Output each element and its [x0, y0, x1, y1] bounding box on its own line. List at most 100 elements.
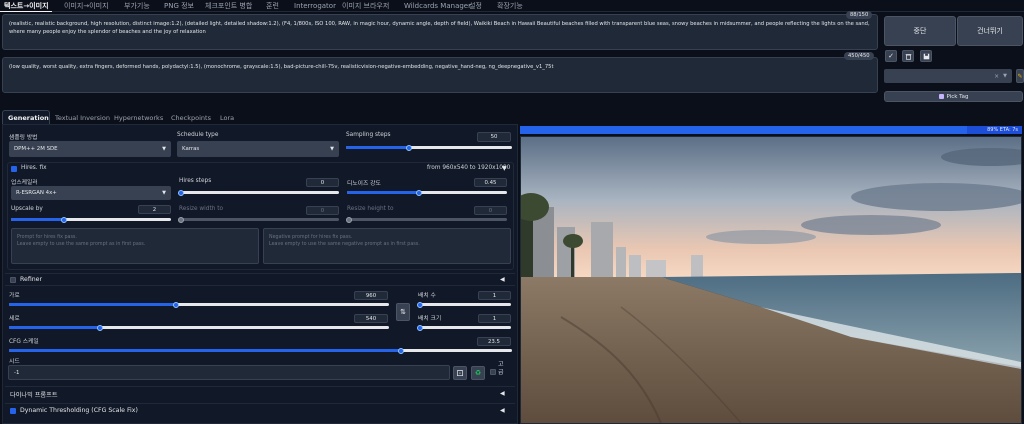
width-input[interactable]: 960: [354, 291, 388, 300]
preview-image[interactable]: [521, 137, 1021, 423]
resize-height-slider[interactable]: [347, 218, 507, 221]
tab-train[interactable]: 훈련: [266, 1, 279, 11]
palm-tree: [563, 234, 583, 248]
denoise-slider[interactable]: [347, 191, 507, 194]
schedule-type-value: Karras: [182, 146, 200, 152]
pick-tag-button[interactable]: Pick Tag: [884, 91, 1023, 102]
denoise-knob[interactable]: [416, 189, 422, 196]
hires-fix-label: Hires. fix: [21, 165, 47, 171]
cfg-scale-input[interactable]: 23.5: [477, 337, 511, 346]
collapse-left-triangle-icon[interactable]: ◀: [500, 390, 505, 397]
clear-prompt-button[interactable]: [902, 50, 914, 62]
save-style-button[interactable]: [920, 50, 932, 62]
tab-checkpoint-merger[interactable]: 체크포인트 병합: [205, 1, 252, 11]
top-nav: 텍스트→이미지 이미지→이미지 부가기능 PNG 정보 체크포인트 병합 훈련 …: [0, 0, 1024, 12]
height-input[interactable]: 540: [354, 314, 388, 323]
tab-extras[interactable]: 부가기능: [124, 1, 150, 11]
upscaler-dropdown[interactable]: R-ESRGAN 4x+ ▼: [11, 186, 171, 200]
batch-size-knob[interactable]: [417, 324, 423, 331]
tab-wildcards-manager[interactable]: Wildcards Manager: [404, 1, 471, 11]
width-knob[interactable]: [173, 301, 180, 308]
upscale-by-knob[interactable]: [60, 216, 67, 223]
width-label: 가로: [9, 293, 20, 299]
collapse-left-triangle-icon[interactable]: ◀: [500, 276, 505, 283]
hires-negative-prompt-input[interactable]: Negative prompt for hires fix pass. Leav…: [263, 228, 511, 264]
resize-width-knob[interactable]: [178, 216, 184, 223]
sampling-steps-slider[interactable]: [346, 146, 512, 149]
skip-button[interactable]: 건너뛰기: [957, 16, 1023, 46]
upscaler-label: 업스케일러: [11, 180, 38, 186]
recycle-icon: ♻: [474, 369, 482, 377]
upscale-by-slider[interactable]: [11, 218, 171, 221]
denoise-fill: [347, 191, 419, 194]
reuse-seed-button[interactable]: ♻: [471, 366, 485, 380]
swap-dimensions-button[interactable]: ⇅: [396, 303, 410, 321]
batch-size-input[interactable]: 1: [478, 314, 511, 323]
upscale-by-label: Upscale by: [11, 206, 43, 212]
collapse-triangle-icon[interactable]: ▼: [502, 165, 507, 172]
sampler-dropdown[interactable]: DPM++ 2M SDE ▼: [9, 141, 171, 157]
tag-icon: [938, 94, 944, 99]
hires-prompt-input[interactable]: Prompt for hires fix pass. Leave empty t…: [11, 228, 259, 264]
height-knob[interactable]: [97, 324, 104, 331]
positive-prompt-input[interactable]: (realistic, realistic background, high r…: [2, 14, 878, 50]
hires-steps-slider[interactable]: [179, 191, 339, 194]
width-slider[interactable]: [9, 303, 389, 306]
batch-count-input[interactable]: 1: [478, 291, 511, 300]
tab-interrogator[interactable]: Interrogator: [294, 1, 336, 11]
tab-settings[interactable]: 설정: [469, 1, 482, 11]
sampling-steps-input[interactable]: 50: [477, 132, 511, 142]
tab-txt2img[interactable]: 텍스트→이미지: [4, 1, 49, 11]
cfg-scale-knob[interactable]: [398, 347, 405, 354]
resize-width-input[interactable]: 0: [306, 206, 339, 215]
cfg-scale-slider[interactable]: [9, 349, 512, 352]
styles-dropdown[interactable]: × ▼: [884, 69, 1012, 83]
subtab-generation[interactable]: Generation: [8, 114, 49, 122]
tab-image-browser[interactable]: 이미지 브라우저: [342, 1, 389, 11]
batch-size-slider[interactable]: [418, 326, 511, 329]
batch-size-label: 배치 크기: [418, 316, 442, 322]
hires-fix-checkbox[interactable]: [11, 166, 17, 172]
subtab-textual-inversion[interactable]: Textual Inversion: [55, 114, 110, 122]
seed-label: 시드: [9, 359, 20, 365]
resize-width-slider[interactable]: [179, 218, 339, 221]
tab-img2img[interactable]: 이미지→이미지: [64, 1, 109, 11]
clear-icon[interactable]: ×: [994, 73, 999, 80]
hires-steps-input[interactable]: 0: [306, 178, 339, 187]
random-seed-button[interactable]: ⚀: [453, 366, 467, 380]
subtab-checkpoints[interactable]: Checkpoints: [171, 114, 211, 122]
subtab-hypernetworks[interactable]: Hypernetworks: [114, 114, 163, 122]
subtab-lora[interactable]: Lora: [220, 114, 234, 122]
batch-count-label: 배치 수: [418, 293, 436, 299]
sampling-steps-knob[interactable]: [406, 144, 413, 151]
denoise-input[interactable]: 0.45: [474, 178, 507, 187]
chevron-down-icon: ▼: [330, 146, 334, 152]
save-icon: [923, 53, 929, 59]
apply-style-button[interactable]: ✓: [885, 50, 897, 62]
pencil-icon: ✎: [1017, 72, 1023, 80]
batch-count-knob[interactable]: [417, 301, 423, 308]
tab-png-info[interactable]: PNG 정보: [164, 1, 194, 11]
upscale-by-input[interactable]: 2: [138, 205, 171, 214]
negative-token-counter: 450/450: [844, 52, 874, 60]
hires-steps-knob[interactable]: [178, 189, 184, 196]
batch-count-slider[interactable]: [418, 303, 511, 306]
tab-extensions[interactable]: 확장기능: [497, 1, 523, 11]
negative-prompt-input[interactable]: (low quality, worst quality, extra finge…: [2, 57, 878, 93]
resize-height-knob[interactable]: [346, 216, 352, 223]
building: [591, 222, 613, 282]
sampling-steps-label: Sampling steps: [346, 132, 391, 138]
interrupt-button[interactable]: 중단: [884, 16, 956, 46]
resize-height-input[interactable]: 0: [474, 206, 507, 215]
seed-input[interactable]: -1: [8, 365, 450, 380]
sampling-steps-fill: [346, 146, 410, 149]
extra-seed-checkbox[interactable]: [490, 369, 496, 375]
collapse-left-triangle-icon[interactable]: ◀: [500, 407, 505, 414]
edit-styles-button[interactable]: ✎: [1016, 69, 1024, 83]
height-slider[interactable]: [9, 326, 389, 329]
dynamic-thresholding-checkbox[interactable]: [10, 408, 16, 414]
cloud: [801, 215, 941, 235]
refiner-checkbox[interactable]: [10, 277, 16, 283]
height-label: 세로: [9, 316, 20, 322]
schedule-type-dropdown[interactable]: Karras ▼: [177, 141, 339, 157]
